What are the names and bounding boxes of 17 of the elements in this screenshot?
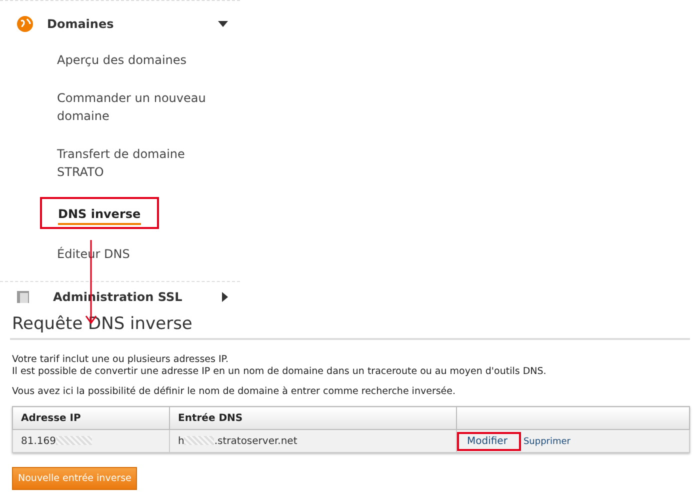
caret-icon[interactable] <box>218 21 228 27</box>
menu-item[interactable]: Aperçu des domaines <box>57 41 207 79</box>
highlighted-menu-item[interactable]: DNS inverse <box>40 197 159 229</box>
square-icon <box>17 291 29 303</box>
caret-icon[interactable] <box>222 292 228 302</box>
menu-item[interactable]: Commander un nouveau domaine <box>57 79 207 135</box>
globe-icon <box>17 16 33 32</box>
column-header: Entrée DNS <box>170 406 456 430</box>
highlighted-link[interactable]: Modifier <box>457 432 522 450</box>
paragraph: Votre tarif inclut une ou plusieurs adresses IP. Il est possible de convertir une adresse IP en un nom de domaine dans un traceroute ou au moyen d'outils DNS. <box>12 354 548 378</box>
table-cell: h .stratoserver.net <box>170 430 456 452</box>
table-cell: 81.169 <box>12 430 170 452</box>
paragraph: Vous avez ici la possibilité de définir le nom de domaine à entrer comme recherche inversée. <box>12 386 457 398</box>
section-title[interactable]: Domaines <box>47 17 218 31</box>
link[interactable]: Supprimer <box>523 436 570 446</box>
column-header: Adresse IP <box>12 406 170 430</box>
menu-item[interactable]: Transfert de domaine STRATO <box>57 135 207 191</box>
